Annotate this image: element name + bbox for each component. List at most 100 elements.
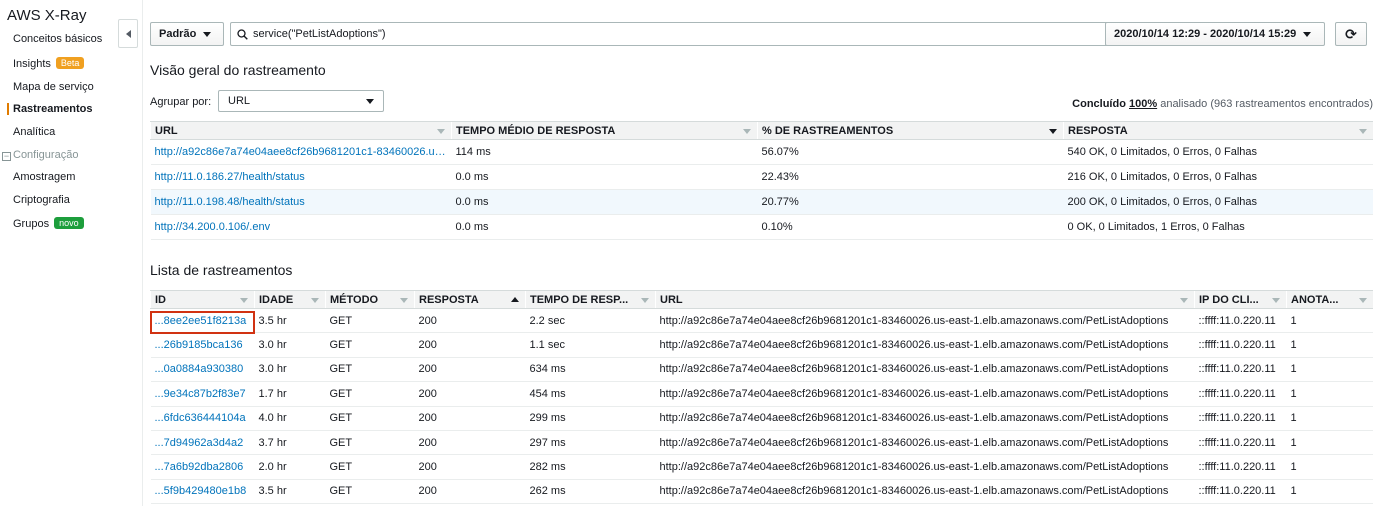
trace-age: 4.0 hr bbox=[254, 406, 326, 431]
table-row[interactable]: ...8ee2ee51f8213a 3.5 hr GET 200 2.2 sec http… bbox=[150, 308, 1373, 334]
filter-expression-input[interactable]: service("PetListAdoptions") ? bbox=[230, 22, 1177, 46]
url-link[interactable]: http://34.200.0.106/.env bbox=[150, 214, 452, 240]
sort-icon bbox=[437, 129, 445, 134]
caret-left-icon bbox=[125, 29, 131, 38]
trace-percentage: 22.43% bbox=[757, 164, 1064, 190]
response-time: 454 ms bbox=[525, 381, 656, 407]
table-row[interactable]: ...6fdc636444104a 4.0 hr GET 200 299 ms http:… bbox=[150, 406, 1373, 431]
http-method: GET bbox=[325, 332, 415, 358]
http-status: 200 bbox=[414, 430, 526, 456]
table-row[interactable]: ...7a6b92dba2806 2.0 hr GET 200 282 ms http:/… bbox=[150, 454, 1373, 480]
http-method: GET bbox=[325, 357, 415, 383]
table-row[interactable]: http://11.0.186.27/health/status 0.0 ms 22… bbox=[150, 164, 1373, 190]
column-label: ID bbox=[155, 293, 166, 306]
column-label: MÉTODO bbox=[330, 293, 379, 306]
trace-id-link[interactable]: ...7d94962a3d4a2 bbox=[150, 430, 255, 456]
url-link[interactable]: http://11.0.198.48/health/status bbox=[150, 189, 452, 215]
trace-id-link[interactable]: ...9e34c87b2f83e7 bbox=[150, 381, 255, 407]
annotation-count: 1 bbox=[1286, 332, 1373, 358]
request-url: http://a92c86e7a74e04aee8cf26b9681201c1-… bbox=[655, 308, 1195, 334]
http-status: 200 bbox=[414, 406, 526, 431]
column-header-method[interactable]: MÉTODO bbox=[325, 290, 415, 309]
column-header-response-time[interactable]: TEMPO DE RESP... bbox=[525, 290, 656, 309]
refresh-button[interactable]: ⟳ bbox=[1335, 22, 1367, 46]
overview-title: Visão geral do rastreamento bbox=[150, 62, 326, 78]
trace-id-link[interactable]: ...8ee2ee51f8213a bbox=[150, 308, 255, 334]
trace-age: 3.0 hr bbox=[254, 357, 326, 383]
sort-icon bbox=[743, 129, 751, 134]
column-header-url[interactable]: URL bbox=[655, 290, 1195, 309]
search-icon bbox=[237, 28, 248, 40]
column-header-response[interactable]: RESPOSTA bbox=[414, 290, 526, 309]
sidebar-item-amostragem[interactable]: Amostragem bbox=[13, 171, 75, 183]
request-url: http://a92c86e7a74e04aee8cf26b9681201c1-… bbox=[655, 430, 1195, 456]
table-row[interactable]: ...26b9185bca136 3.0 hr GET 200 1.1 sec http:… bbox=[150, 332, 1373, 358]
sidebar-item-label: Conceitos básicos bbox=[13, 33, 103, 45]
http-method: GET bbox=[325, 430, 415, 456]
trace-age: 2.0 hr bbox=[254, 454, 326, 480]
trace-id-link[interactable]: ...26b9185bca136 bbox=[150, 332, 255, 358]
client-ip: ::ffff:11.0.220.11 bbox=[1194, 381, 1287, 407]
annotation-count: 1 bbox=[1286, 479, 1373, 505]
response-time: 2.2 sec bbox=[525, 308, 656, 334]
column-label: IP DO CLI... bbox=[1199, 293, 1259, 306]
sort-icon bbox=[1358, 129, 1367, 134]
caret-down-icon bbox=[366, 98, 374, 104]
request-url: http://a92c86e7a74e04aee8cf26b9681201c1-… bbox=[655, 332, 1195, 358]
sidebar-item-label: Criptografia bbox=[13, 194, 70, 206]
table-row[interactable]: ...5f9b429480e1b8 3.5 hr GET 200 262 ms http:… bbox=[150, 479, 1373, 505]
column-header-annotations[interactable]: ANOTA... bbox=[1286, 290, 1373, 309]
table-row[interactable]: ...7d94962a3d4a2 3.7 hr GET 200 297 ms http:/… bbox=[150, 430, 1373, 456]
column-header-client-ip[interactable]: IP DO CLI... bbox=[1194, 290, 1287, 309]
avg-response-time: 0.0 ms bbox=[451, 214, 758, 240]
table-row[interactable]: ...0a0884a930380 3.0 hr GET 200 634 ms http:/… bbox=[150, 357, 1373, 383]
sidebar-item-mapa[interactable]: Mapa de serviço bbox=[13, 81, 94, 93]
group-by-select[interactable]: URL bbox=[218, 90, 384, 112]
client-ip: ::ffff:11.0.220.11 bbox=[1194, 406, 1287, 431]
sidebar-item-rastreamentos[interactable]: Rastreamentos bbox=[13, 103, 92, 115]
url-link[interactable]: http://a92c86e7a74e04aee8cf26b9681201c1-… bbox=[150, 139, 452, 165]
trace-age: 3.5 hr bbox=[254, 308, 326, 334]
trace-id-link[interactable]: ...7a6b92dba2806 bbox=[150, 454, 255, 480]
table-row[interactable]: ...9e34c87b2f83e7 1.7 hr GET 200 454 ms http:… bbox=[150, 381, 1373, 407]
active-indicator bbox=[7, 103, 9, 115]
column-label: RESPOSTA bbox=[1068, 124, 1128, 137]
annotation-count: 1 bbox=[1286, 308, 1373, 334]
trace-age: 3.0 hr bbox=[254, 332, 326, 358]
trace-id-link[interactable]: ...6fdc636444104a bbox=[150, 406, 255, 431]
column-label: ANOTA... bbox=[1291, 293, 1339, 306]
column-header-age[interactable]: IDADE bbox=[254, 290, 326, 309]
sidebar-item-conceitos[interactable]: Conceitos básicos bbox=[13, 33, 102, 45]
request-url: http://a92c86e7a74e04aee8cf26b9681201c1-… bbox=[655, 454, 1195, 480]
sidebar-group-configuracao[interactable]: − Configuração bbox=[2, 149, 78, 161]
sort-desc-icon bbox=[1049, 129, 1057, 134]
table-row[interactable]: http://34.200.0.106/.env 0.0 ms 0.10% 0 OK,… bbox=[150, 214, 1373, 240]
column-header-avg-time[interactable]: TEMPO MÉDIO DE RESPOSTA bbox=[451, 121, 758, 140]
analysis-status: Concluído 100% analisado (963 rastreamen… bbox=[1072, 98, 1373, 110]
url-link[interactable]: http://11.0.186.27/health/status bbox=[150, 164, 452, 190]
sidebar-item-analitica[interactable]: Analítica bbox=[13, 126, 55, 138]
sidebar-item-insights[interactable]: Insights Beta bbox=[13, 57, 85, 70]
refresh-icon: ⟳ bbox=[1345, 25, 1357, 42]
sort-icon bbox=[311, 298, 319, 303]
column-label: URL bbox=[660, 293, 683, 306]
http-method: GET bbox=[325, 479, 415, 505]
trace-id-link[interactable]: ...5f9b429480e1b8 bbox=[150, 479, 255, 505]
client-ip: ::ffff:11.0.220.11 bbox=[1194, 357, 1287, 383]
column-header-pct[interactable]: % DE RASTREAMENTOS bbox=[757, 121, 1064, 140]
sort-icon bbox=[1272, 298, 1280, 303]
trace-percentage: 0.10% bbox=[757, 214, 1064, 240]
time-range-dropdown[interactable]: 2020/10/14 12:29 - 2020/10/14 15:29 bbox=[1105, 22, 1325, 46]
column-label: IDADE bbox=[259, 293, 294, 306]
time-range-label: 2020/10/14 12:29 - 2020/10/14 15:29 bbox=[1114, 28, 1297, 40]
trace-id-link[interactable]: ...0a0884a930380 bbox=[150, 357, 255, 383]
table-row[interactable]: http://11.0.198.48/health/status 0.0 ms 20… bbox=[150, 189, 1373, 215]
column-header-url[interactable]: URL bbox=[150, 121, 452, 140]
preset-dropdown[interactable]: Padrão bbox=[150, 22, 224, 46]
table-row[interactable]: http://a92c86e7a74e04aee8cf26b9681201c1-… bbox=[150, 139, 1373, 165]
sidebar-item-grupos[interactable]: Grupos novo bbox=[13, 217, 84, 230]
column-header-response[interactable]: RESPOSTA bbox=[1063, 121, 1373, 140]
sidebar-item-criptografia[interactable]: Criptografia bbox=[13, 194, 70, 206]
collapse-sidebar-button[interactable] bbox=[118, 19, 138, 48]
column-header-id[interactable]: ID bbox=[150, 290, 255, 309]
